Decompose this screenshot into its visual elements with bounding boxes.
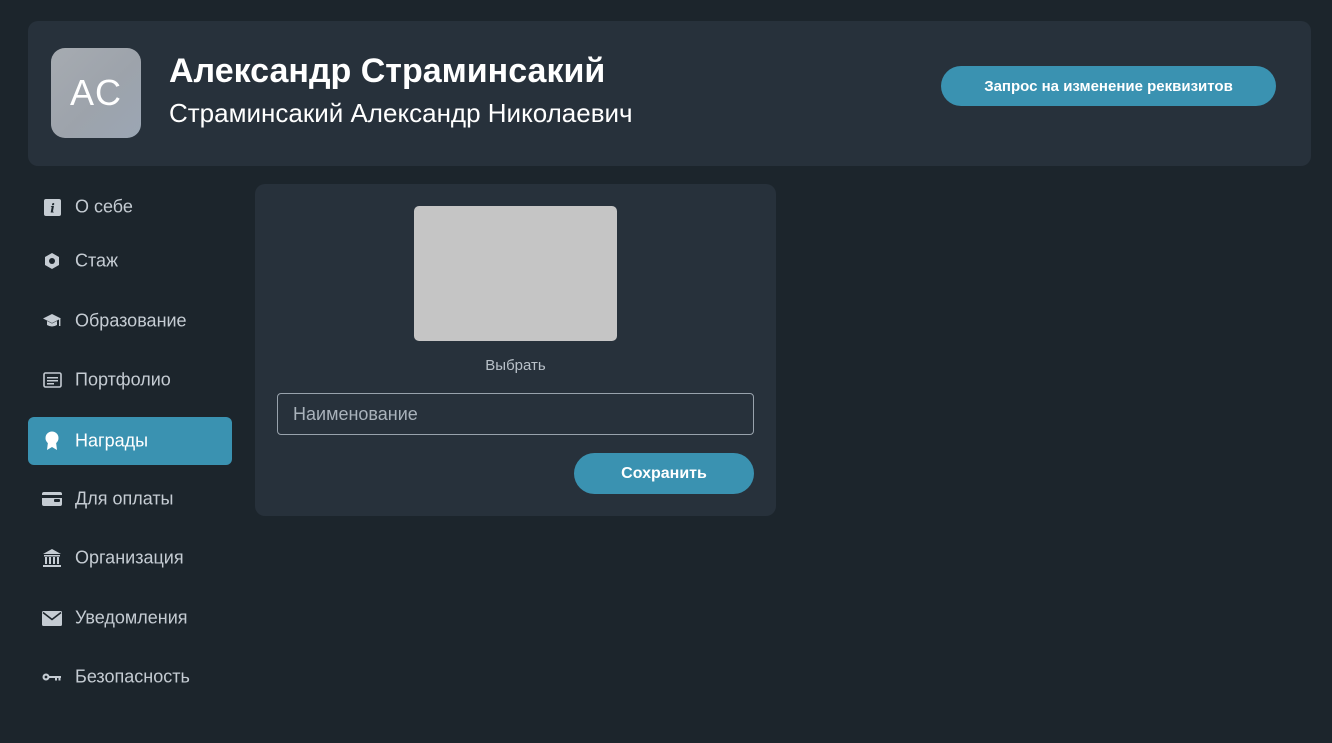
sidebar-item-label: О себе — [75, 196, 133, 217]
request-details-change-button[interactable]: Запрос на изменение реквизитов — [941, 66, 1276, 106]
envelope-icon — [42, 608, 62, 628]
save-button[interactable]: Сохранить — [574, 453, 754, 494]
sidebar-item-awards[interactable]: Награды — [28, 417, 232, 465]
sidebar-item-security[interactable]: Безопасность — [28, 653, 232, 701]
award-form-card: Выбрать Сохранить — [255, 184, 776, 516]
sidebar-item-label: Безопасность — [75, 666, 190, 687]
award-name-input[interactable] — [277, 393, 754, 435]
bank-icon — [42, 548, 62, 568]
sidebar-item-label: Портфолио — [75, 369, 171, 390]
svg-text:i: i — [50, 201, 55, 215]
award-image-placeholder[interactable] — [414, 206, 617, 341]
portfolio-icon — [42, 370, 62, 390]
sidebar-item-label: Образование — [75, 310, 187, 331]
profile-name: Александр Страминсакий — [169, 52, 606, 90]
choose-image-link[interactable]: Выбрать — [255, 357, 776, 374]
sidebar-item-label: Уведомления — [75, 607, 188, 628]
award-icon — [42, 431, 62, 451]
wallet-icon — [42, 489, 62, 509]
sidebar-item-education[interactable]: Образование — [28, 297, 232, 345]
sidebar-item-label: Стаж — [75, 250, 119, 271]
hexagon-icon — [42, 251, 62, 271]
sidebar-item-notifications[interactable]: Уведомления — [28, 594, 232, 642]
sidebar-item-about[interactable]: i О себе — [28, 183, 232, 231]
sidebar-item-payment[interactable]: Для оплаты — [28, 475, 232, 523]
sidebar-item-label: Для оплаты — [75, 488, 174, 509]
sidebar-item-experience[interactable]: Стаж — [28, 237, 232, 285]
sidebar-item-organization[interactable]: Организация — [28, 534, 232, 582]
profile-header: AC Александр Страминсакий Страминсакий А… — [28, 21, 1311, 166]
sidebar-item-label: Награды — [75, 430, 149, 451]
key-icon — [42, 667, 62, 687]
info-icon: i — [42, 197, 62, 217]
graduation-cap-icon — [42, 311, 62, 331]
avatar: AC — [51, 48, 141, 138]
sidebar-item-portfolio[interactable]: Портфолио — [28, 356, 232, 404]
sidebar-item-label: Организация — [75, 547, 184, 568]
profile-full-name: Страминсакий Александр Николаевич — [169, 98, 633, 128]
